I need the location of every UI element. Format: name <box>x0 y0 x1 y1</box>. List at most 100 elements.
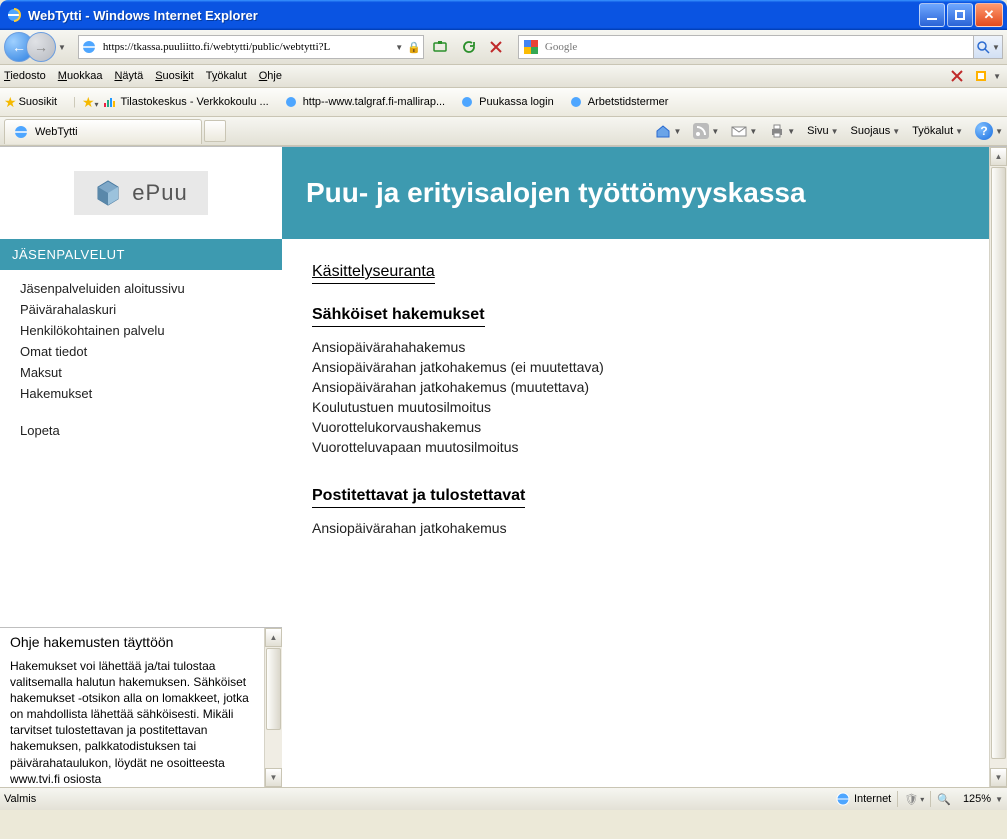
cmd-feeds[interactable]: ▼ <box>693 123 719 139</box>
section2-link-0[interactable]: Ansiopäivärahan jatkohakemus <box>312 518 977 538</box>
address-bar[interactable]: ▼ 🔒 <box>78 35 424 59</box>
scroll-up-button[interactable]: ▲ <box>990 147 1007 166</box>
forward-button[interactable]: → <box>26 32 56 62</box>
address-dropdown-icon[interactable]: ▼ <box>395 43 403 52</box>
ie-favicon-icon <box>459 94 475 110</box>
scroll-down-button[interactable]: ▼ <box>990 768 1007 787</box>
sidebar-help-panel: Ohje hakemusten täyttöön Hakemukset voi … <box>0 627 282 788</box>
window-minimize-button[interactable] <box>919 3 945 27</box>
cmd-print[interactable]: ▼ <box>769 123 795 139</box>
section1-link-2[interactable]: Ansiopäivärahan jatkohakemus (muutettava… <box>312 377 977 397</box>
cmd-page[interactable]: Sivu▼ <box>807 125 838 137</box>
menu-extra-1[interactable] <box>947 66 967 86</box>
section2-links: Ansiopäivärahan jatkohakemus <box>312 518 977 538</box>
section1-link-1[interactable]: Ansiopäivärahan jatkohakemus (ei muutett… <box>312 357 977 377</box>
scroll-up-button[interactable]: ▲ <box>265 628 282 647</box>
stop-button[interactable] <box>484 35 508 59</box>
menu-help[interactable]: Ohje <box>259 70 282 82</box>
cmd-help[interactable]: ?▼ <box>975 122 1003 140</box>
sidebar-item-2[interactable]: Henkilökohtainen palvelu <box>20 320 282 341</box>
help-scrollbar[interactable]: ▲ ▼ <box>264 628 282 788</box>
sidebar-item-4[interactable]: Maksut <box>20 362 282 383</box>
tab-active[interactable]: WebTytti <box>4 119 202 144</box>
menu-file[interactable]: TTiedostoiedosto <box>4 70 46 82</box>
google-icon <box>523 39 539 55</box>
zoom-level[interactable]: 125% <box>963 793 991 805</box>
ie-favicon-icon <box>568 94 584 110</box>
tab-title: WebTytti <box>35 126 78 138</box>
menu-view[interactable]: Näytä <box>114 70 143 82</box>
address-input[interactable] <box>101 40 391 54</box>
page-sidebar: ePuu JÄSENPALVELUT Jäsenpalveluiden aloi… <box>0 147 282 787</box>
window-titlebar: WebTytti - Windows Internet Explorer <box>0 0 1007 30</box>
sidebar-item-3[interactable]: Omat tiedot <box>20 341 282 362</box>
sidebar-nav-header: JÄSENPALVELUT <box>0 239 282 270</box>
menu-tools[interactable]: Työkalut <box>206 70 247 82</box>
window-title: WebTytti - Windows Internet Explorer <box>28 8 917 23</box>
sidebar-nav-list: Jäsenpalveluiden aloitussivu Päivärahala… <box>0 270 282 449</box>
window-close-button[interactable] <box>975 3 1003 27</box>
page-header: Puu- ja erityisalojen työttömyyskassa <box>282 147 1007 239</box>
search-button[interactable]: ▼ <box>973 36 1002 58</box>
sidebar-item-5[interactable]: Hakemukset <box>20 383 282 404</box>
cmd-mail[interactable]: ▼ <box>731 123 757 139</box>
sidebar-item-0[interactable]: Jäsenpalveluiden aloitussivu <box>20 278 282 299</box>
window-maximize-button[interactable] <box>947 3 973 27</box>
nav-history-dropdown[interactable]: ▼ <box>58 43 66 52</box>
fav-item-1[interactable]: http--www.talgraf.fi-mallirap... <box>283 94 445 110</box>
logo-text: ePuu <box>132 180 187 206</box>
protected-mode-icon[interactable]: 🛡︎ <box>904 793 918 806</box>
sidebar-item-1[interactable]: Päivärahalaskuri <box>20 299 282 320</box>
scroll-thumb[interactable] <box>991 167 1006 759</box>
cmd-tools[interactable]: Työkalut▼ <box>912 125 963 137</box>
search-box[interactable]: ▼ <box>518 35 1003 59</box>
ie-logo-icon <box>6 7 22 23</box>
epuu-logo-icon <box>94 179 122 207</box>
compat-view-button[interactable] <box>428 35 452 59</box>
refresh-button[interactable] <box>456 35 480 59</box>
ie-favicon-icon <box>283 94 299 110</box>
menu-favorites[interactable]: Suosikit <box>155 70 194 82</box>
section1-link-5[interactable]: Vuorotteluvapaan muutosilmoitus <box>312 437 977 457</box>
logo-area: ePuu <box>0 147 282 239</box>
tab-bar: WebTytti ▼ ▼ ▼ ▼ Sivu▼ Suojaus▼ Työkalut… <box>0 117 1007 146</box>
menu-bar: TTiedostoiedosto Muokkaa Näytä Suosikit … <box>0 65 1007 88</box>
menu-extra-2[interactable] <box>971 66 991 86</box>
section2-title: Postitettavat ja tulostettavat <box>312 487 525 508</box>
new-tab-button[interactable] <box>204 120 226 142</box>
section1-link-3[interactable]: Koulutustuen muutosilmoitus <box>312 397 977 417</box>
security-zone[interactable]: Internet <box>854 793 891 805</box>
favorites-label[interactable]: Suosikit <box>19 96 58 108</box>
scroll-down-button[interactable]: ▼ <box>265 768 282 787</box>
section1-link-0[interactable]: Ansiopäivärahahakemus <box>312 337 977 357</box>
favorites-bar: ★ Suosikit | ★▾ Tilastokeskus - Verkkoko… <box>0 88 1007 117</box>
status-text: Valmis <box>4 793 36 805</box>
page-favicon-icon <box>81 39 97 55</box>
cmd-safety[interactable]: Suojaus▼ <box>851 125 901 137</box>
fav-item-3[interactable]: Arbetstidstermer <box>568 94 669 110</box>
browser-viewport: ePuu JÄSENPALVELUT Jäsenpalveluiden aloi… <box>0 146 1007 787</box>
viewport-scrollbar[interactable]: ▲ ▼ <box>989 147 1007 787</box>
section1-link-4[interactable]: Vuorottelukorvaushakemus <box>312 417 977 437</box>
globe-icon <box>836 792 850 806</box>
zoom-icon[interactable]: 🔍 <box>937 793 951 806</box>
page-header-title: Puu- ja erityisalojen työttömyyskassa <box>306 177 806 209</box>
search-input[interactable] <box>543 40 973 54</box>
tilasto-icon <box>101 94 117 110</box>
favorites-add-icon[interactable]: ★▾ <box>82 94 99 111</box>
section1-links: Ansiopäivärahahakemus Ansiopäivärahan ja… <box>312 337 977 457</box>
main-title: Käsittelyseuranta <box>312 263 435 284</box>
fav-item-2[interactable]: Puukassa login <box>459 94 554 110</box>
cmd-home[interactable]: ▼ <box>655 123 681 139</box>
help-text: Hakemukset voi lähettää ja/tai tulostaa … <box>10 658 256 788</box>
section1-title: Sähköiset hakemukset <box>312 306 485 327</box>
scroll-thumb[interactable] <box>266 648 281 730</box>
status-bar: Valmis Internet 🛡︎ ▾ 🔍 125% ▼ <box>0 787 1007 810</box>
favorites-star-icon[interactable]: ★ <box>4 94 17 111</box>
page-main: Puu- ja erityisalojen työttömyyskassa Kä… <box>282 147 1007 787</box>
menu-edit[interactable]: Muokkaa <box>58 70 103 82</box>
sidebar-item-logout[interactable]: Lopeta <box>20 420 282 441</box>
lock-icon[interactable]: 🔒 <box>407 41 421 54</box>
fav-item-0[interactable]: Tilastokeskus - Verkkokoulu ... <box>101 94 269 110</box>
help-title: Ohje hakemusten täyttöön <box>10 634 256 650</box>
